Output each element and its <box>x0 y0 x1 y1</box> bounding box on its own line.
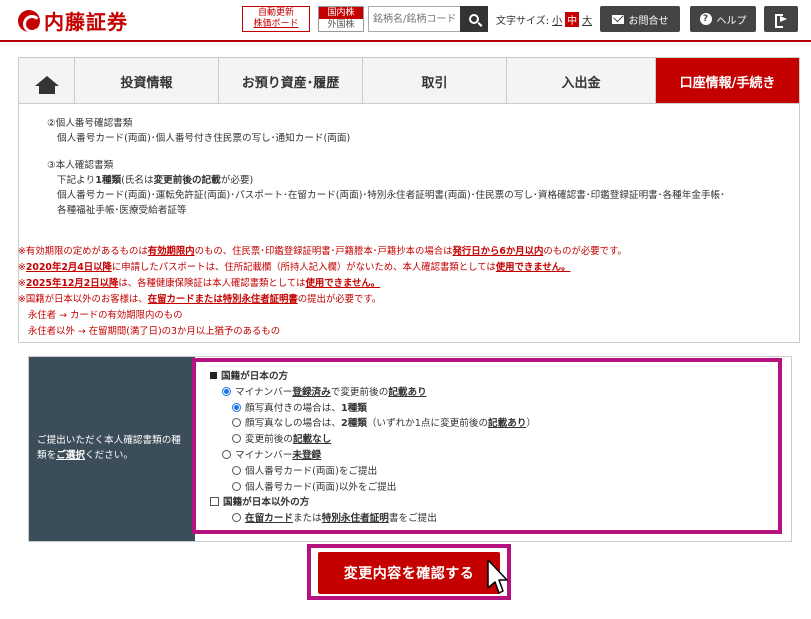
note-5: 永住者 → カードの有効期限内のもの <box>28 310 183 321</box>
radio-icon[interactable] <box>222 449 231 459</box>
help-label: ヘルプ <box>716 15 747 27</box>
nav-home[interactable] <box>19 58 75 104</box>
radio-selected-icon[interactable] <box>232 402 241 412</box>
auto-refresh-board-button[interactable]: 自動更新 株価ボード <box>242 6 310 32</box>
square-bullet-icon <box>210 372 217 379</box>
option-mynumber-registered[interactable]: マイナンバー登録済みで変更前後の記載あり <box>210 385 536 401</box>
radio-icon[interactable] <box>232 418 241 428</box>
logo-mark-icon <box>18 9 41 33</box>
mouse-cursor-icon <box>487 559 508 594</box>
option-residence-card[interactable]: 在留カードまたは特別永住者証明書をご提出 <box>210 511 536 527</box>
market-foreign-tab[interactable]: 外国株 <box>319 19 363 31</box>
market-switch: 国内株 外国株 <box>318 6 364 32</box>
help-button[interactable]: ? ヘルプ <box>690 6 756 32</box>
option-mynumber-unregistered[interactable]: マイナンバー未登録 <box>210 448 536 464</box>
form-label: ご提出いただく本人確認書類の種類をご選択ください。 <box>29 357 195 541</box>
logout-button[interactable] <box>764 6 798 32</box>
notes: ※有効期限の定めがあるものは有効期限内のもの、住民票･印鑑登録証明書･戸籍謄本･… <box>18 244 627 340</box>
sec3-line3: 各種福祉手帳･医療受給者証等 <box>57 205 187 216</box>
home-icon <box>34 76 59 94</box>
sec3-title: ③本人確認書類 <box>47 160 114 171</box>
font-size-label: 文字サイズ: <box>496 16 550 27</box>
tab-assets-history[interactable]: お預り資産･履歴 <box>219 58 363 104</box>
tab-trade[interactable]: 取引 <box>363 58 507 104</box>
main-nav: 投資情報 お預り資産･履歴 取引 入出金 口座情報/手続き <box>18 57 800 104</box>
sec3-line1: 下記より1種類(氏名は変更前後の記載が必要) <box>57 175 254 186</box>
option-card-submit[interactable]: 個人番号カード(両面)をご提出 <box>210 464 536 480</box>
font-size-medium[interactable]: 中 <box>565 12 580 27</box>
auto-refresh-line1: 自動更新 <box>257 8 294 18</box>
option-with-photo[interactable]: 顔写真付きの場合は、1種類 <box>210 401 536 417</box>
site-header: 内藤証券 自動更新 株価ボード 国内株 外国株 文字サイズ: 小 中 大 お問合… <box>0 0 811 42</box>
radio-selected-icon[interactable] <box>222 386 231 396</box>
mail-icon <box>611 14 624 24</box>
contact-label: お問合せ <box>628 15 669 27</box>
note-6: 永住者以外 → 在留期間(満了日)の3か月以上猶予のあるもの <box>28 326 281 337</box>
radio-icon[interactable] <box>232 513 241 523</box>
radio-icon[interactable] <box>232 481 241 491</box>
tab-account-procedures[interactable]: 口座情報/手続き <box>656 58 799 104</box>
radio-icon[interactable] <box>232 434 241 444</box>
option-no-change-record[interactable]: 変更前後の記載なし <box>210 432 536 448</box>
help-icon: ? <box>699 13 712 25</box>
tab-investment-info[interactable]: 投資情報 <box>75 58 219 104</box>
foreign-nationality-checkbox[interactable]: 国籍が日本以外の方 <box>210 495 536 511</box>
market-domestic-tab[interactable]: 国内株 <box>319 7 363 19</box>
checkbox-icon[interactable] <box>210 497 219 507</box>
sec3-line2: 個人番号カード(両面)･運転免許証(両面)･パスポート･在留カード(両面)･特別… <box>57 190 725 201</box>
search-button[interactable] <box>460 6 488 32</box>
logout-icon <box>775 14 787 28</box>
document-options: 国籍が日本の方 マイナンバー登録済みで変更前後の記載あり 顔写真付きの場合は、1… <box>210 369 536 527</box>
search-input[interactable] <box>368 6 460 32</box>
font-size-large[interactable]: 大 <box>582 12 592 27</box>
contact-button[interactable]: お問合せ <box>600 6 680 32</box>
sec2-title: ②個人番号確認書類 <box>47 118 133 129</box>
font-size-small[interactable]: 小 <box>552 12 562 27</box>
tab-deposit-withdrawal[interactable]: 入出金 <box>507 58 656 104</box>
note-4: ※国籍が日本以外のお客様は、在留カードまたは特別永住者証明書の提出が必要です。 <box>18 294 382 305</box>
radio-icon[interactable] <box>232 465 241 475</box>
sec2-body: 個人番号カード(両面)･個人番号付き住民票の写し･通知カード(両面) <box>57 133 351 144</box>
note-1: ※有効期限の定めがあるものは有効期限内のもの、住民票･印鑑登録証明書･戸籍謄本･… <box>18 246 627 257</box>
option-card-other[interactable]: 個人番号カード(両面)以外をご提出 <box>210 480 536 496</box>
font-size-selector: 文字サイズ: 小 中 大 <box>496 12 592 27</box>
logo[interactable]: 内藤証券 <box>18 6 128 35</box>
confirm-changes-button[interactable]: 変更内容を確認する <box>318 552 500 594</box>
auto-refresh-line2: 株価ボード <box>253 19 299 29</box>
jp-nationality-heading: 国籍が日本の方 <box>210 369 536 385</box>
search-icon <box>469 14 479 24</box>
logo-text: 内藤証券 <box>44 10 128 34</box>
note-2: ※2020年2月4日以降に申請したパスポートは、住所記載欄（所持人記入欄）がない… <box>18 262 571 273</box>
option-without-photo[interactable]: 顔写真なしの場合は、2種類（いずれか1点に変更前後の記載あり） <box>210 416 536 432</box>
note-3: ※2025年12月2日以降は、各種健康保険証は本人確認書類としては使用できません… <box>18 278 381 289</box>
